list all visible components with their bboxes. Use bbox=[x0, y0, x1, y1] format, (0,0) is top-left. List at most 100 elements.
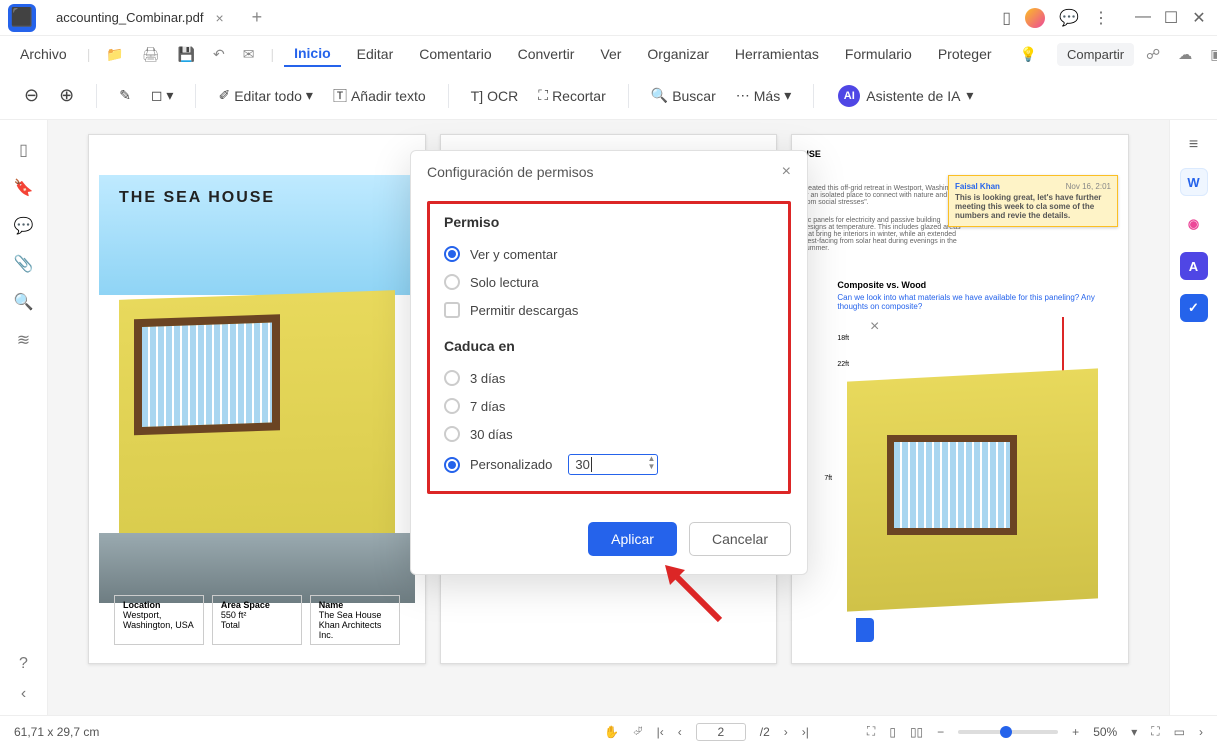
screen-icon[interactable]: ▣ bbox=[1204, 46, 1217, 63]
info-location: Location Westport, Washington, USA bbox=[114, 595, 204, 645]
page-dimensions: 61,71 x 29,7 cm bbox=[14, 725, 99, 739]
first-page-icon[interactable]: |‹ bbox=[657, 725, 664, 739]
prev-page-icon[interactable]: ‹ bbox=[678, 725, 682, 739]
spinner-icon[interactable]: ▲▼ bbox=[647, 455, 655, 471]
share-network-icon[interactable]: ☍ bbox=[1140, 46, 1166, 63]
thumbnails-icon[interactable]: ▯ bbox=[19, 140, 28, 160]
radio-icon bbox=[444, 457, 460, 473]
radio-icon bbox=[444, 246, 460, 262]
attachments-icon[interactable]: 📎 bbox=[14, 254, 34, 274]
menu-comentario[interactable]: Comentario bbox=[409, 42, 501, 66]
account-icon[interactable] bbox=[1025, 8, 1045, 28]
last-page-icon[interactable]: ›| bbox=[802, 725, 809, 739]
add-text-button[interactable]: 🅃 Añadir texto bbox=[327, 82, 432, 110]
radio-7-days[interactable]: 7 días bbox=[444, 392, 774, 420]
radio-read-only[interactable]: Solo lectura bbox=[444, 268, 774, 296]
menu-herramientas[interactable]: Herramientas bbox=[725, 42, 829, 66]
save-icon[interactable]: 💾 bbox=[172, 46, 201, 63]
app-logo: ⬛ bbox=[8, 4, 36, 32]
zoom-level: 50% bbox=[1093, 725, 1117, 739]
cloud-icon[interactable]: ☁ bbox=[1172, 46, 1198, 63]
checkbox-allow-downloads[interactable]: Permitir descargas bbox=[444, 296, 774, 324]
menu-ver[interactable]: Ver bbox=[590, 42, 631, 66]
radio-icon bbox=[444, 274, 460, 290]
radio-30-days[interactable]: 30 días bbox=[444, 420, 774, 448]
more-icon[interactable]: ⋮ bbox=[1093, 8, 1109, 28]
ai-assistant-button[interactable]: AI Asistente de IA ▾ bbox=[830, 81, 981, 111]
document-tab[interactable]: accounting_Combinar.pdf × bbox=[44, 4, 236, 32]
share-button[interactable]: Compartir bbox=[1057, 43, 1134, 66]
radio-custom[interactable]: Personalizado 30 ▲▼ bbox=[444, 448, 774, 481]
tab-close-icon[interactable]: × bbox=[215, 10, 223, 26]
apply-button[interactable]: Aplicar bbox=[588, 522, 677, 556]
layers-icon[interactable]: ≋ bbox=[17, 330, 30, 350]
permissions-dialog: Configuración de permisos × Permiso Ver … bbox=[410, 150, 808, 575]
fit-width-icon[interactable]: ⛶ bbox=[867, 724, 875, 739]
bulb-icon[interactable]: 💡 bbox=[1014, 46, 1043, 63]
menu-organizar[interactable]: Organizar bbox=[637, 42, 718, 66]
zoom-in-icon[interactable]: ⊕ bbox=[53, 81, 80, 110]
translate-icon[interactable]: A bbox=[1180, 252, 1208, 280]
hand-tool-icon[interactable]: ✋ bbox=[604, 725, 619, 739]
menu-formulario[interactable]: Formulario bbox=[835, 42, 922, 66]
edit-all-button[interactable]: ✐ Editar todo ▾ bbox=[212, 83, 318, 108]
next-page-icon[interactable]: › bbox=[784, 725, 788, 739]
checkbox-icon bbox=[444, 302, 460, 318]
comments-icon[interactable]: 💬 bbox=[14, 216, 34, 236]
radio-view-comment[interactable]: Ver y comentar bbox=[444, 240, 774, 268]
two-page-icon[interactable]: ▯▯ bbox=[910, 725, 923, 739]
reader-icon[interactable]: ▯ bbox=[1002, 8, 1011, 28]
read-mode-icon[interactable]: ▭ bbox=[1174, 725, 1185, 739]
dialog-close-icon[interactable]: × bbox=[782, 163, 791, 181]
check-icon[interactable]: ✓ bbox=[1180, 294, 1208, 322]
radio-icon bbox=[444, 398, 460, 414]
undo-icon[interactable]: ↶ bbox=[207, 46, 231, 63]
word-export-icon[interactable]: W bbox=[1180, 168, 1208, 196]
sticky-note[interactable]: Faisal Khan Nov 16, 2:01 This is looking… bbox=[948, 175, 1118, 227]
search-button[interactable]: 🔍 Buscar bbox=[645, 83, 722, 108]
collapse-left-icon[interactable]: ‹ bbox=[21, 685, 26, 703]
highlight-icon[interactable]: ✎ bbox=[113, 83, 137, 108]
file-menu[interactable]: Archivo bbox=[10, 42, 77, 66]
single-page-icon[interactable]: ▯ bbox=[889, 725, 896, 739]
print-icon[interactable]: 🖨 bbox=[136, 46, 166, 63]
menu-convertir[interactable]: Convertir bbox=[508, 42, 585, 66]
fullscreen-icon[interactable]: ⛶ bbox=[1151, 724, 1159, 739]
help-icon[interactable]: ? bbox=[19, 655, 28, 673]
collapse-right-icon[interactable]: › bbox=[1199, 725, 1203, 739]
more-button[interactable]: ⋯ Más ▾ bbox=[730, 83, 797, 108]
select-tool-icon[interactable]: ⮰ bbox=[633, 724, 643, 739]
zoom-out-icon[interactable]: ⊖ bbox=[18, 81, 45, 110]
sliders-icon[interactable]: ≡ bbox=[1189, 136, 1198, 154]
zoom-in-status-icon[interactable]: + bbox=[1072, 725, 1079, 739]
page-title: THE SEA HOUSE bbox=[119, 189, 275, 207]
menu-inicio[interactable]: Inicio bbox=[284, 41, 341, 67]
page-3: USE created this off-grid retreat in Wes… bbox=[791, 134, 1129, 664]
ocr-button[interactable]: T] OCR bbox=[465, 84, 525, 108]
minimize-button[interactable]: — bbox=[1133, 8, 1153, 28]
menu-proteger[interactable]: Proteger bbox=[928, 42, 1002, 66]
chat-icon[interactable]: 💬 bbox=[1059, 8, 1079, 28]
new-tab-button[interactable]: + bbox=[244, 7, 271, 28]
menu-editar[interactable]: Editar bbox=[347, 42, 404, 66]
bookmarks-icon[interactable]: 🔖 bbox=[14, 178, 34, 198]
ai-chat-icon[interactable]: ◉ bbox=[1180, 210, 1208, 238]
close-button[interactable]: ✕ bbox=[1189, 8, 1209, 28]
info-area: Area Space 550 ft² Total bbox=[212, 595, 302, 645]
toolbar: ⊖ ⊕ ✎ ◻ ▾ ✐ Editar todo ▾ 🅃 Añadir texto… bbox=[0, 72, 1217, 120]
custom-days-input[interactable]: 30 ▲▼ bbox=[568, 454, 658, 475]
open-icon[interactable]: 📁 bbox=[100, 46, 129, 63]
cancel-button[interactable]: Cancelar bbox=[689, 522, 791, 556]
permiso-label: Permiso bbox=[444, 214, 774, 230]
maximize-button[interactable]: ☐ bbox=[1161, 8, 1181, 28]
shape-icon[interactable]: ◻ ▾ bbox=[145, 83, 180, 108]
search-icon[interactable]: 🔍 bbox=[14, 292, 34, 312]
mail-icon[interactable]: ✉ bbox=[237, 46, 261, 63]
zoom-out-status-icon[interactable]: − bbox=[937, 725, 944, 739]
zoom-slider[interactable] bbox=[958, 730, 1058, 734]
page-number-input[interactable]: 2 bbox=[696, 723, 746, 741]
share-dialog-close-icon[interactable]: × bbox=[870, 318, 879, 336]
share-dialog-button-fragment bbox=[856, 618, 874, 642]
radio-3-days[interactable]: 3 días bbox=[444, 364, 774, 392]
crop-button[interactable]: ⛶ Recortar bbox=[532, 83, 612, 108]
